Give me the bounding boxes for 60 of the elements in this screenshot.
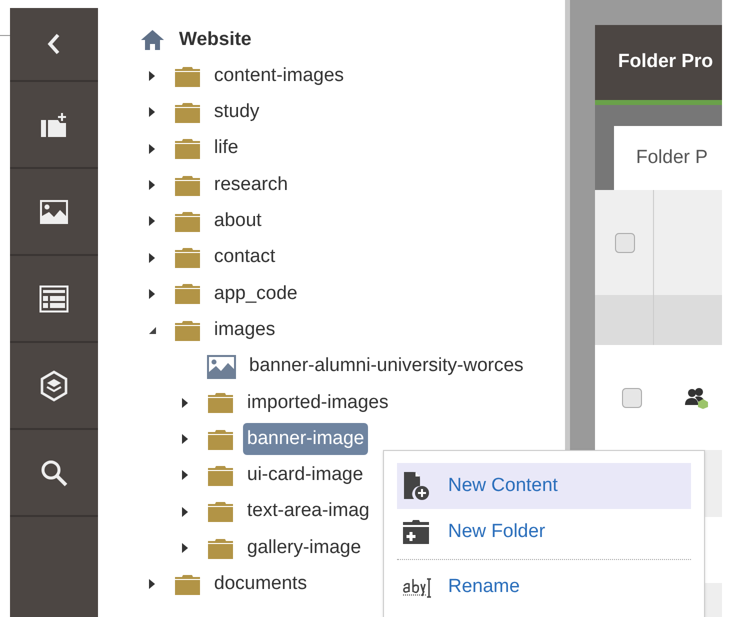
folder-icon [207,538,234,558]
tree-item[interactable]: research [214,170,288,200]
home-icon [140,29,165,51]
tree-item[interactable]: about [214,207,262,236]
folder-icon [174,102,201,123]
folder-icon [174,574,201,595]
folder-icon [174,210,201,232]
collapsed-arrow-icon[interactable] [148,70,156,82]
tree-item[interactable]: images [214,316,276,344]
collapsed-arrow-icon[interactable] [181,433,189,446]
checkbox[interactable] [615,232,635,252]
folder-icon [174,66,201,87]
tree-item[interactable]: gallery-image [247,534,362,562]
image-file-icon [207,354,236,379]
chevron-left-icon [47,33,61,55]
collapsed-arrow-icon[interactable] [181,396,189,409]
tree-item[interactable]: ui-card-image [247,461,364,490]
tree-item[interactable]: text-area-imag [247,497,370,526]
tree-item[interactable]: imported-images [247,388,388,418]
add-page-icon [40,112,68,138]
hexagon-layers-icon [39,370,69,402]
collapsed-arrow-icon[interactable] [148,142,156,155]
menu-item[interactable]: New Content [397,463,691,509]
folder-icon [174,138,201,160]
collapsed-arrow-icon[interactable] [148,179,156,192]
collapsed-arrow-icon[interactable] [181,506,189,518]
table-icon [39,284,69,312]
checkbox[interactable] [622,388,642,408]
search-icon [40,458,68,486]
folder-icon [207,501,234,522]
image-icon [39,198,69,224]
folder-icon [207,428,234,450]
tree-item[interactable]: content-images [214,62,344,90]
tree-item[interactable]: contact [214,243,276,272]
user-group-icon [683,386,709,408]
collapsed-arrow-icon[interactable] [181,542,189,554]
collapsed-arrow-icon[interactable] [148,252,156,264]
collapsed-arrow-icon[interactable] [148,215,156,228]
tree-item[interactable]: documents [214,570,307,599]
folder-icon [174,283,201,304]
folder-icon [207,464,234,486]
panel-tab[interactable]: Folder P [614,126,722,190]
tree-item[interactable]: study [214,98,260,127]
collapsed-arrow-icon[interactable] [148,578,156,590]
tree-item[interactable]: banner-image [243,422,368,456]
add-folder-icon [402,520,430,544]
expanded-arrow-icon[interactable] [148,326,157,335]
tree-item[interactable]: app_code [214,280,298,308]
folder-icon [174,174,201,196]
collapsed-arrow-icon[interactable] [181,469,189,482]
new-document-icon [402,471,430,501]
tree-item[interactable]: life [214,134,238,163]
tree-item[interactable]: banner-alumni-university-worces [249,352,524,381]
collapsed-arrow-icon[interactable] [148,106,156,118]
folder-icon [174,247,201,268]
panel-title: Folder Pro [618,50,714,74]
collapsed-arrow-icon[interactable] [148,288,156,300]
tree-root[interactable]: Website [179,26,252,54]
folder-icon [174,320,201,341]
folder-icon [207,392,234,414]
